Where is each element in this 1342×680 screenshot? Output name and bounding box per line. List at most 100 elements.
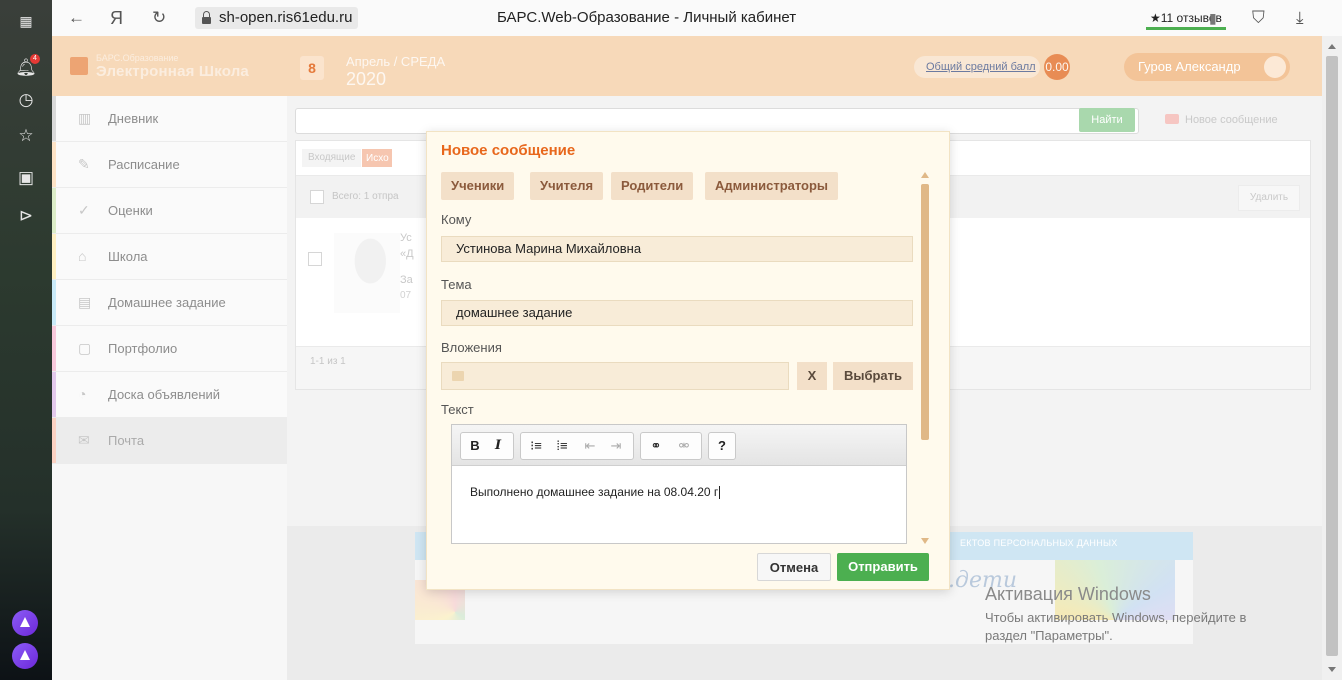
user-name: Гуров Александр xyxy=(1138,59,1241,74)
page-scrollbar[interactable] xyxy=(1322,36,1342,680)
scroll-down-icon[interactable] xyxy=(921,538,929,544)
scroll-up-icon[interactable] xyxy=(921,172,929,178)
sidebar-item-schedule[interactable]: ✎ Расписание xyxy=(52,142,287,188)
tab-outbox[interactable]: Исхо xyxy=(362,149,392,167)
mail-icon: ✉ xyxy=(78,432,90,448)
attachment-field[interactable] xyxy=(441,362,789,390)
average-score-link[interactable]: Общий средний балл 0.00 xyxy=(914,54,1070,80)
logo-line2: Электронная Школа xyxy=(96,63,249,80)
tab-students[interactable]: Ученики xyxy=(441,172,515,200)
sidebar-item-homework[interactable]: ▤ Домашнее задание xyxy=(52,280,287,326)
download-icon[interactable]: ⤓ xyxy=(1296,0,1304,36)
reload-icon[interactable]: ↻ xyxy=(152,0,166,36)
sidebar-item-mail[interactable]: ✉ Почта xyxy=(52,418,287,464)
grades-icon: ✓ xyxy=(78,202,90,218)
to-label: Кому xyxy=(441,212,472,227)
play-icon[interactable]: ⊳ xyxy=(14,204,38,228)
sidebar-item-portfolio[interactable]: ▢ Портфолио xyxy=(52,326,287,372)
tab-inbox[interactable]: Входящие xyxy=(302,149,362,167)
find-button[interactable]: Найти xyxy=(1079,108,1135,132)
send-button[interactable]: Отправить xyxy=(837,553,929,581)
italic-button[interactable]: I xyxy=(487,433,509,459)
bullet-list-icon[interactable]: ⁞≡ xyxy=(551,433,573,459)
tab-parents[interactable]: Родители xyxy=(611,172,694,200)
text-caret xyxy=(719,486,721,500)
dialog-scrollbar[interactable] xyxy=(921,172,929,544)
tab-outbox-label: Исхо xyxy=(366,153,389,164)
site-header: БАРС.Образование Электронная Школа 8 Апр… xyxy=(52,36,1322,96)
logo-line1: БАРС.Образование xyxy=(96,53,179,63)
browser-side-panel: ▦ 🔔︎ 4 ◷ ☆ ▣ ⊳ xyxy=(0,0,52,680)
message-body[interactable]: Выполнено домашнее задание на 08.04.20 г xyxy=(470,485,721,500)
format-group: B I xyxy=(460,432,514,460)
sidebar-item-diary[interactable]: ▥ Дневник xyxy=(52,96,287,142)
sidebar-item-grades[interactable]: ✓ Оценки xyxy=(52,188,287,234)
apps-grid-icon[interactable]: ▦ xyxy=(14,9,38,33)
link-icon[interactable]: ⚭ xyxy=(645,433,667,459)
tab-teachers[interactable]: Учителя xyxy=(530,172,604,200)
clear-attachment-button[interactable]: X xyxy=(797,362,827,390)
choose-file-button[interactable]: Выбрать xyxy=(833,362,913,390)
day-number: 8 xyxy=(300,56,324,80)
new-message-button[interactable]: Новое сообщение xyxy=(1165,108,1278,132)
subject-field[interactable]: домашнее задание xyxy=(441,300,913,326)
diary-icon: ▥ xyxy=(78,110,92,126)
scroll-up-icon[interactable] xyxy=(1328,44,1336,49)
dialog-scrollbar-thumb[interactable] xyxy=(921,184,929,440)
row-subject: За xyxy=(400,274,413,286)
ordered-list-icon[interactable]: ⁝≡ xyxy=(525,433,547,459)
cancel-button[interactable]: Отмена xyxy=(757,553,831,581)
alice-assistant-icon[interactable] xyxy=(12,610,38,636)
help-group: ? xyxy=(708,432,736,460)
page-title: БАРС.Web-Образование - Личный кабинет xyxy=(497,9,797,26)
scrollbar-thumb[interactable] xyxy=(1326,56,1338,656)
recipient-field[interactable]: Устинова Марина Михайловна xyxy=(441,236,913,262)
alice-voice-icon[interactable] xyxy=(12,643,38,669)
row-checkbox[interactable] xyxy=(308,252,322,266)
sidebar-item-label: Доска объявлений xyxy=(108,387,221,402)
unlink-icon[interactable]: ⚮ xyxy=(673,433,695,459)
activation-line2: раздел "Параметры". xyxy=(985,628,1113,643)
select-all-checkbox[interactable] xyxy=(310,190,324,204)
year: 2020 xyxy=(346,69,387,89)
total-count: Всего: 1 отпра xyxy=(332,191,399,202)
bell-icon[interactable]: 🔔︎ 4 xyxy=(14,54,40,80)
average-score-value: 0.00 xyxy=(1044,54,1070,80)
collections-icon[interactable]: ▣ xyxy=(14,166,38,190)
board-icon: ◔ xyxy=(78,386,87,402)
indent-icon[interactable]: ⇥ xyxy=(605,433,627,459)
delete-button[interactable]: Удалить xyxy=(1238,185,1300,211)
new-message-dialog: Новое сообщение Ученики Учителя Родители… xyxy=(426,131,950,590)
portfolio-icon: ▢ xyxy=(78,340,92,356)
row-school: «Д xyxy=(400,248,414,260)
sidebar-item-school[interactable]: ⌂ Школа xyxy=(52,234,287,280)
message-editor[interactable]: B I ⁝≡ ⁞≡ ⇤ ⇥ ⚭ ⚮ ? Выполнено домашнее з… xyxy=(451,424,907,544)
back-arrow-icon[interactable]: ← xyxy=(68,0,85,36)
outdent-icon[interactable]: ⇤ xyxy=(579,433,601,459)
month-weekday: Апрель / СРЕДА xyxy=(346,54,446,69)
notification-badge: 4 xyxy=(30,54,40,64)
bookmark-icon[interactable]: ▮ xyxy=(1209,0,1217,36)
scroll-down-icon[interactable] xyxy=(1328,667,1336,672)
protect-icon[interactable]: ⛉ xyxy=(1252,0,1265,36)
bold-button[interactable]: B xyxy=(464,433,486,459)
sidebar-item-label: Расписание xyxy=(108,157,180,172)
url-domain: sh-open.ris61edu.ru xyxy=(219,9,353,26)
tab-administrators[interactable]: Администраторы xyxy=(705,172,839,200)
homework-icon: ▤ xyxy=(78,294,92,310)
activation-line1: Чтобы активировать Windows, перейдите в xyxy=(985,610,1247,625)
list-group: ⁝≡ ⁞≡ ⇤ ⇥ xyxy=(520,432,634,460)
sidebar-item-label: Школа xyxy=(108,249,148,264)
user-menu[interactable]: Гуров Александр xyxy=(1124,53,1290,81)
star-icon[interactable]: ☆ xyxy=(14,124,38,148)
sidebar-item-board[interactable]: ◔ Доска объявлений xyxy=(52,372,287,418)
subject-label: Тема xyxy=(441,277,472,292)
site-logo[interactable]: БАРС.Образование Электронная Школа xyxy=(70,51,265,85)
banner-text: ЕКТОВ ПЕРСОНАЛЬНЫХ ДАННЫХ xyxy=(960,538,1118,548)
text-label: Текст xyxy=(441,402,474,417)
sender-photo xyxy=(334,233,400,313)
address-bar[interactable]: sh-open.ris61edu.ru xyxy=(195,7,359,29)
history-icon[interactable]: ◷ xyxy=(14,88,38,112)
yandex-logo-icon[interactable]: Я xyxy=(110,0,123,36)
help-button[interactable]: ? xyxy=(711,433,733,459)
